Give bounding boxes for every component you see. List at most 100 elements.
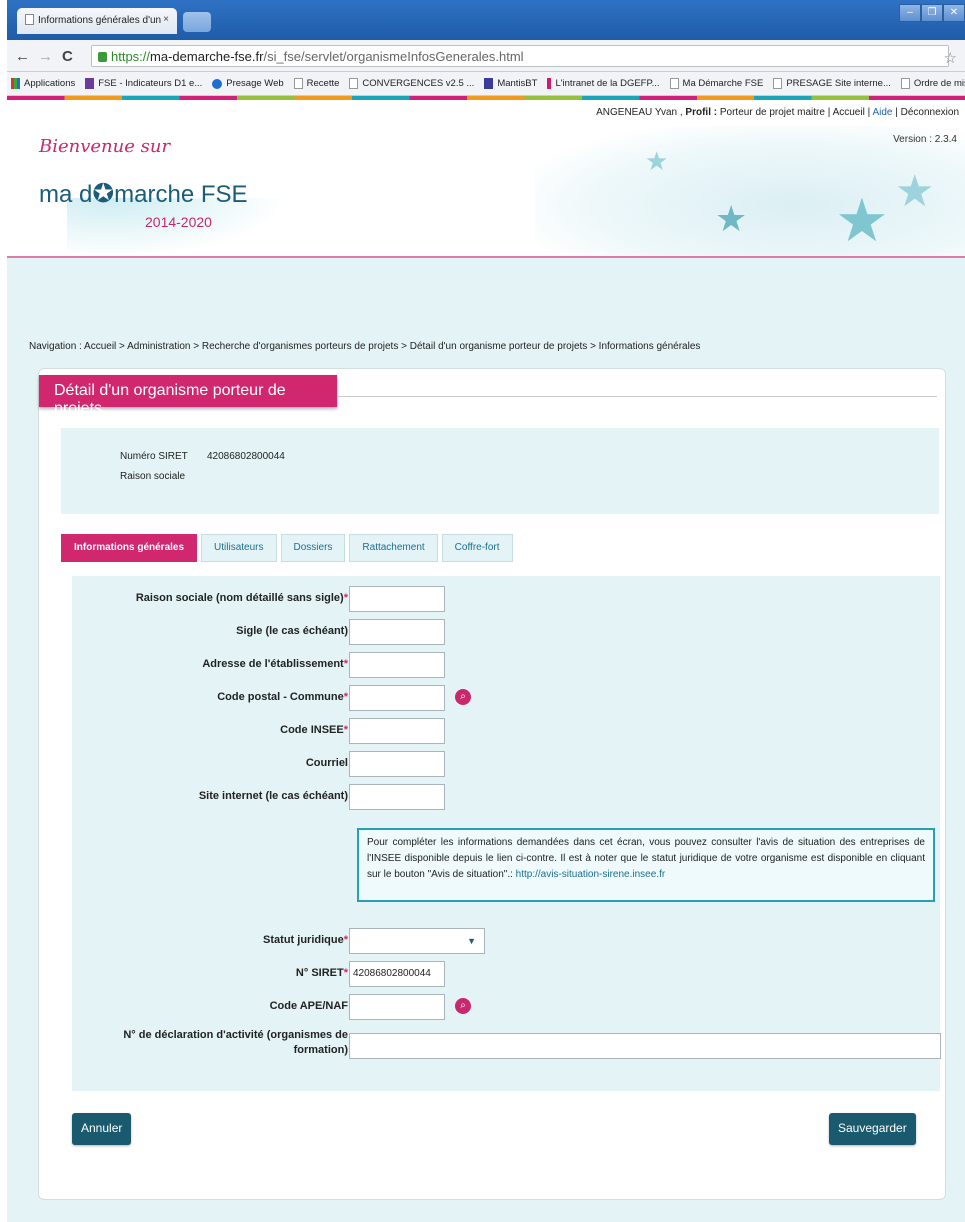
bookmark-label: Recette (306, 78, 340, 89)
url-scheme: https:// (111, 49, 151, 64)
tab-dossiers[interactable]: Dossiers (280, 534, 346, 562)
code-insee-label: Code INSEE* (88, 718, 348, 736)
form-row: Courriel (72, 751, 940, 777)
user-bar: ANGENEAU Yvan , Profil : Porteur de proj… (7, 100, 965, 126)
welcome-text: Bienvenue sur (39, 136, 171, 157)
sigle-input[interactable] (349, 619, 445, 645)
lock-icon (98, 52, 107, 62)
bookmark-mantisbt[interactable]: MantisBT (484, 78, 537, 89)
site-internet-label: Site internet (le cas échéant) (198, 790, 348, 802)
profil-label: Profil : (685, 107, 718, 118)
label-text: N° SIRET (295, 967, 344, 979)
url-field[interactable]: https://ma-demarche-fse.fr/si_fse/servle… (91, 45, 949, 67)
tab-informations-generales[interactable]: Informations générales (61, 534, 198, 562)
siret-summary-label: Numéro SIRET (120, 451, 188, 462)
code-ape-input[interactable] (349, 994, 445, 1020)
cancel-button[interactable]: Annuler (72, 1113, 132, 1145)
required-mark: * (343, 934, 348, 946)
bookmark-recette[interactable]: Recette (293, 78, 340, 89)
bookmark-applications[interactable]: Applications (11, 78, 75, 89)
code-postal-input[interactable] (349, 685, 445, 711)
site-header: ★ ★ ★ ★ Bienvenue sur ma d✪marche FSE 20… (7, 126, 965, 258)
bookmark-star-icon[interactable]: ☆ (944, 49, 957, 67)
save-button[interactable]: Sauvegarder (829, 1113, 916, 1145)
bookmark-label: L'intranet de la DGEFP... (555, 78, 660, 89)
adresse-label: Adresse de l'établissement* (88, 652, 348, 670)
forward-arrow-icon[interactable]: → (38, 48, 53, 65)
insee-link[interactable]: http://avis-situation-sirene.insee.fr (516, 869, 666, 880)
window-controls: – ❐ ✕ (899, 4, 965, 22)
sigle-label: Sigle (le cas échéant) (236, 625, 348, 637)
required-mark: * (343, 592, 348, 604)
required-mark: * (343, 724, 348, 736)
bookmark-label: Ma Démarche FSE (682, 78, 764, 89)
title-divider (337, 396, 937, 397)
close-window-icon[interactable]: ✕ (943, 4, 965, 22)
europe-map-image: ★ ★ ★ ★ (535, 126, 965, 256)
url-host: ma-demarche-fse.fr (150, 49, 264, 64)
tab-rattachement[interactable]: Rattachement (349, 534, 438, 562)
user-name: ANGENEAU Yvan , (596, 107, 683, 118)
accueil-link[interactable]: Accueil (833, 107, 865, 118)
back-arrow-icon[interactable]: ← (15, 48, 30, 65)
fse-icon (85, 78, 95, 89)
label-text: Adresse de l'établissement (202, 658, 344, 670)
close-tab-icon[interactable]: × (163, 14, 169, 25)
adresse-input[interactable] (349, 652, 445, 678)
siret-input[interactable]: 42086802800044 (349, 961, 445, 987)
form-row: Statut juridique* ▼ (72, 928, 940, 954)
label-text: Statut juridique (263, 934, 344, 946)
new-tab-button[interactable] (183, 12, 211, 32)
brand-logo[interactable]: ma d✪marche FSE (39, 178, 248, 209)
aide-link[interactable]: Aide (872, 107, 892, 118)
label-text: Raison sociale (nom détaillé sans sigle) (135, 592, 344, 604)
bookmarks-bar: Applications FSE - Indicateurs D1 e... P… (7, 72, 965, 96)
maximize-icon[interactable]: ❐ (921, 4, 943, 22)
bookmark-convergences[interactable]: CONVERGENCES v2.5 ... (349, 78, 474, 89)
statut-juridique-select[interactable]: ▼ (349, 928, 485, 954)
courriel-input[interactable] (349, 751, 445, 777)
statut-juridique-label: Statut juridique* (88, 928, 348, 946)
siret-label: N° SIRET* (88, 961, 348, 979)
raison-summary-label: Raison sociale (120, 471, 186, 482)
site-internet-input[interactable] (349, 784, 445, 810)
separator: | (867, 107, 871, 118)
form-row: Code APE/NAF ⌕ (72, 994, 940, 1020)
bookmark-fse-indicateurs[interactable]: FSE - Indicateurs D1 e... (85, 78, 202, 89)
raison-sociale-input[interactable] (349, 586, 445, 612)
bookmark-presage-site[interactable]: PRESAGE Site interne... (773, 78, 891, 89)
search-commune-icon[interactable]: ⌕ (455, 689, 471, 705)
brand-right: marche FSE (114, 181, 248, 208)
form-row: N° de déclaration d'activité (organismes… (72, 1028, 941, 1064)
bookmark-presage-web[interactable]: Presage Web (212, 78, 284, 89)
page-icon (349, 78, 359, 89)
insee-info-box: Pour compléter les informations demandée… (357, 828, 935, 902)
courriel-label: Courriel (305, 757, 348, 769)
declaration-input[interactable] (349, 1033, 941, 1059)
label-text: N° de déclaration d'activité (organismes… (123, 1029, 348, 1041)
required-mark: * (343, 691, 348, 703)
breadcrumb: Navigation : Accueil > Administration > … (29, 341, 701, 352)
declaration-label: N° de déclaration d'activité (organismes… (88, 1028, 348, 1058)
raison-sociale-label: Raison sociale (nom détaillé sans sigle)… (88, 586, 348, 604)
bookmark-label: Presage Web (226, 78, 284, 89)
summary-panel: Numéro SIRET 42086802800044 Raison socia… (61, 428, 939, 514)
bookmark-label: CONVERGENCES v2.5 ... (362, 78, 475, 89)
code-insee-input[interactable] (349, 718, 445, 744)
separator: | (895, 107, 898, 118)
bookmark-ordre-mission[interactable]: Ordre de mission (900, 78, 965, 89)
deconnexion-link[interactable]: Déconnexion (901, 107, 959, 118)
bookmark-ma-demarche[interactable]: Ma Démarche FSE (669, 78, 764, 89)
minimize-icon[interactable]: – (899, 4, 921, 22)
form-row: Site internet (le cas échéant) (72, 784, 940, 810)
search-ape-icon[interactable]: ⌕ (455, 998, 471, 1014)
form-row: N° SIRET* 42086802800044 (72, 961, 940, 987)
browser-tab[interactable]: Informations générales d'un × (17, 8, 177, 34)
form-row: Raison sociale (nom détaillé sans sigle)… (72, 586, 940, 612)
reload-icon[interactable]: C (62, 48, 73, 65)
bookmark-dgefp[interactable]: L'intranet de la DGEFP... (547, 78, 660, 89)
browser-window: Informations générales d'un × – ❐ ✕ ← → … (7, 0, 965, 1222)
tab-coffre-fort[interactable]: Coffre-fort (441, 534, 513, 562)
tab-utilisateurs[interactable]: Utilisateurs (201, 534, 277, 562)
bookmark-label: FSE - Indicateurs D1 e... (98, 78, 203, 89)
